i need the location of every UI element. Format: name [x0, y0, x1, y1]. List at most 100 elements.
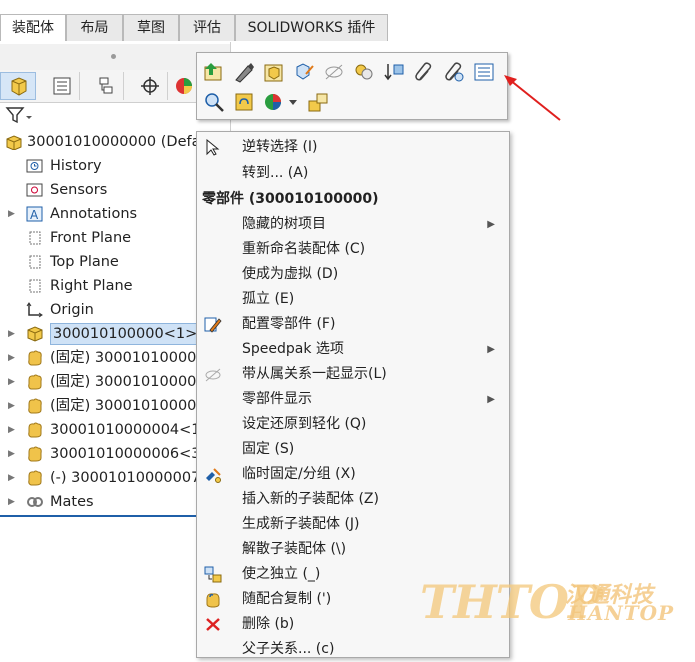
expand-arrow-icon[interactable]: ▶: [8, 322, 16, 346]
menu-item-make-virtual[interactable]: 使成为虚拟 (D): [197, 262, 509, 287]
dimxpert-tab[interactable]: [132, 72, 168, 100]
menu-item-fix[interactable]: 固定 (S): [197, 437, 509, 462]
menu-item-isolate[interactable]: 孤立 (E): [197, 287, 509, 312]
menu-item-label: 固定 (S): [242, 441, 295, 457]
origin-icon: [26, 302, 43, 318]
expand-arrow-icon[interactable]: ▶: [8, 202, 16, 226]
open-assembly-icon[interactable]: [263, 61, 285, 83]
fixed-part-icon: [28, 350, 42, 366]
show-with-dependents-icon: [205, 368, 221, 382]
open-part-icon[interactable]: [203, 61, 225, 83]
configuration-manager-tab[interactable]: [88, 72, 124, 100]
tree-item-label: History: [50, 158, 102, 174]
tab-solidworks-addins[interactable]: SOLIDWORKS 插件: [235, 14, 388, 41]
show-hidden-icon[interactable]: [293, 61, 315, 83]
feature-manager-tab[interactable]: [0, 72, 36, 100]
tree-item-label: Right Plane: [50, 278, 133, 294]
filter-icon[interactable]: [4, 104, 34, 128]
feature-tree-icon: [11, 77, 27, 96]
tree-item-label: (固定) 300010100000: [50, 350, 206, 366]
menu-item-label: 解散子装配体 (\): [242, 541, 347, 557]
menu-item-rename-assembly[interactable]: 重新命名装配体 (C): [197, 237, 509, 262]
tree-item-label: Origin: [50, 302, 94, 318]
command-manager-tabs: 装配体 布局 草图 评估 SOLIDWORKS 插件: [0, 14, 695, 42]
expand-arrow-icon[interactable]: ▶: [8, 418, 16, 442]
tree-item-label: 30001010000004<1: [50, 422, 201, 438]
menu-item-label: 零部件显示: [242, 391, 312, 407]
expand-arrow-icon[interactable]: ▶: [8, 490, 16, 514]
menu-item-form-new-subassembly[interactable]: 生成新子装配体 (J): [197, 512, 509, 537]
appearance-icon[interactable]: [263, 91, 285, 113]
tree-item-label: Annotations: [50, 206, 138, 222]
edit-part-icon[interactable]: [233, 61, 255, 83]
make-independent-icon: [204, 566, 222, 583]
plane-icon: [29, 255, 41, 269]
menu-item-label: 带从属关系一起显示(L): [242, 366, 387, 382]
change-transparency-icon[interactable]: [353, 61, 375, 83]
tree-rollback-bar[interactable]: [0, 515, 196, 517]
menu-item-label: 设定还原到轻化 (Q): [242, 416, 367, 432]
properties-icon[interactable]: [473, 61, 495, 83]
history-icon: [26, 159, 43, 173]
menu-item-invert-selection[interactable]: 逆转选择 (I): [197, 135, 509, 160]
expand-arrow-icon[interactable]: ▶: [8, 442, 16, 466]
menu-item-label: 隐藏的树项目: [242, 216, 326, 232]
tab-assembly[interactable]: 装配体: [0, 14, 66, 41]
menu-item-label: Speedpak 选项: [242, 341, 344, 357]
menu-item-hidden-tree-items[interactable]: 隐藏的树项目 ▶: [197, 212, 509, 237]
part-icon: [28, 470, 42, 486]
menu-item-label: 配置零部件 (F): [242, 316, 336, 332]
window-top-strip: [0, 0, 695, 15]
fixed-part-icon: [28, 398, 42, 414]
expand-arrow-icon[interactable]: ▶: [8, 346, 16, 370]
tree-item-label: (-) 30001010000007: [50, 470, 201, 486]
menu-item-label: 插入新的子装配体 (Z): [242, 491, 379, 507]
menu-item-insert-new-subassembly[interactable]: 插入新的子装配体 (Z): [197, 487, 509, 512]
plane-icon: [29, 231, 41, 245]
suppress-component-icon[interactable]: [383, 61, 405, 83]
normal-to-icon[interactable]: [233, 91, 255, 113]
fixed-part-icon: [28, 374, 42, 390]
mates-icon: [27, 497, 43, 507]
property-list-icon: [53, 77, 71, 95]
configure-icon: [204, 317, 222, 333]
watermark: THTOP 汉通科技 HANTOP: [420, 565, 690, 655]
expand-arrow-icon[interactable]: ▶: [8, 370, 16, 394]
context-toolbar: [196, 52, 508, 120]
tree-root-label: 30001010000000 (Defa: [27, 134, 201, 150]
menu-item-go-to[interactable]: 转到... (A): [197, 161, 509, 186]
submenu-arrow-icon: ▶: [487, 394, 495, 405]
copy-with-mates-icon: [206, 593, 220, 608]
svg-text:A: A: [30, 208, 39, 222]
sensors-icon: [26, 183, 43, 197]
menu-item-component-display[interactable]: 零部件显示 ▶: [197, 387, 509, 412]
paperclip-icon[interactable]: [413, 61, 435, 83]
dropdown-arrow-icon[interactable]: [289, 98, 297, 106]
zoom-to-selection-icon[interactable]: [203, 91, 225, 113]
tab-layout[interactable]: 布局: [66, 14, 123, 41]
expand-arrow-icon[interactable]: ▶: [8, 394, 16, 418]
menu-item-set-to-lightweight[interactable]: 设定还原到轻化 (Q): [197, 412, 509, 437]
tab-evaluate[interactable]: 评估: [179, 14, 235, 41]
property-manager-tab[interactable]: [44, 72, 80, 100]
tab-sketch[interactable]: 草图: [123, 14, 179, 41]
cursor-select-icon: [206, 139, 220, 156]
hide-component-icon[interactable]: [323, 61, 345, 83]
menu-item-temp-fix-group[interactable]: 临时固定/分组 (X): [197, 462, 509, 487]
menu-item-speedpak-options[interactable]: Speedpak 选项 ▶: [197, 337, 509, 362]
menu-item-show-with-dependents[interactable]: 带从属关系一起显示(L): [197, 362, 509, 387]
menu-item-label: 重新命名装配体 (C): [242, 241, 366, 257]
menu-item-label: 临时固定/分组 (X): [242, 466, 356, 482]
move-component-icon[interactable]: [307, 91, 329, 113]
menu-item-dissolve-subassembly[interactable]: 解散子装配体 (\): [197, 537, 509, 562]
menu-item-label: 使成为虚拟 (D): [242, 266, 339, 282]
tree-item-label: (固定) 300010100000: [50, 398, 206, 414]
tree-item-label: 30001010000006<3: [50, 446, 201, 462]
part-icon: [28, 422, 42, 438]
menu-item-configure-component[interactable]: 配置零部件 (F): [197, 312, 509, 337]
delete-icon: [206, 618, 220, 631]
watermark-en-text: HANTOP: [568, 601, 675, 625]
expand-arrow-icon[interactable]: ▶: [8, 466, 16, 490]
view-mates-icon[interactable]: [443, 61, 465, 83]
menu-header-label: 零部件 (300010100000): [202, 191, 379, 207]
